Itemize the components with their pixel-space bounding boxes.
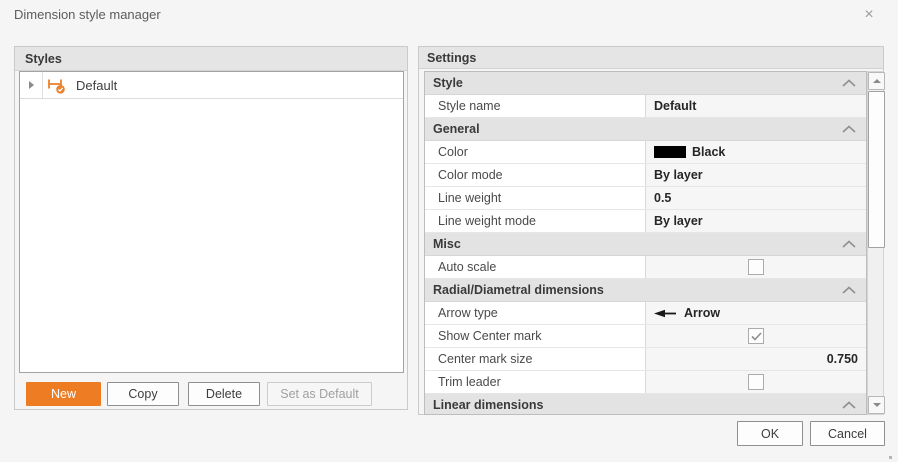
chevron-up-icon[interactable] bbox=[842, 286, 856, 295]
section-title: General bbox=[433, 122, 842, 136]
setting-row-arrow-type: Arrow type Arrow bbox=[425, 302, 866, 325]
setting-value: 0.5 bbox=[654, 191, 671, 205]
setting-label: Color bbox=[425, 141, 646, 163]
show-center-mark-checkbox[interactable] bbox=[748, 328, 764, 344]
setting-value-cell[interactable]: Default bbox=[646, 95, 866, 117]
set-as-default-button: Set as Default bbox=[267, 382, 372, 406]
settings-panel-header: Settings bbox=[419, 47, 883, 69]
styles-list[interactable]: Default bbox=[19, 71, 404, 373]
triangle-down-icon bbox=[873, 403, 881, 407]
setting-row-line-weight: Line weight 0.5 bbox=[425, 187, 866, 210]
setting-row-line-weight-mode: Line weight mode By layer bbox=[425, 210, 866, 233]
new-button[interactable]: New bbox=[26, 382, 101, 406]
styles-panel: Styles Default NewCopy Delete Set as Defau… bbox=[14, 46, 408, 410]
setting-label: Show Center mark bbox=[425, 325, 646, 347]
section-header-linear-dimensions[interactable]: Linear dimensions bbox=[425, 394, 866, 415]
styles-panel-header: Styles bbox=[15, 47, 407, 71]
section-title: Misc bbox=[433, 237, 842, 251]
triangle-up-icon bbox=[873, 79, 881, 83]
setting-label: Trim leader bbox=[425, 371, 646, 393]
scroll-up-button[interactable] bbox=[868, 72, 885, 90]
setting-row-show-center-mark: Show Center mark bbox=[425, 325, 866, 348]
settings-panel: Settings Style Style name Default General Co… bbox=[418, 46, 884, 415]
settings-scrollbar[interactable] bbox=[867, 71, 884, 415]
copy-button[interactable]: Copy bbox=[107, 382, 179, 406]
setting-value: Default bbox=[654, 99, 696, 113]
setting-value: Arrow bbox=[684, 306, 720, 320]
chevron-up-icon[interactable] bbox=[842, 240, 856, 249]
scroll-down-button[interactable] bbox=[868, 396, 885, 414]
setting-label: Style name bbox=[425, 95, 646, 117]
section-header-style[interactable]: Style bbox=[425, 72, 866, 95]
setting-row-center-mark-size: Center mark size 0.750 bbox=[425, 348, 866, 371]
chevron-up-icon[interactable] bbox=[842, 79, 856, 88]
setting-value: By layer bbox=[654, 168, 703, 182]
settings-grid: StyleStyle nameDefaultGeneralColorBlackC… bbox=[424, 71, 867, 415]
style-list-item-default[interactable]: Default bbox=[20, 72, 403, 99]
setting-value-cell[interactable]: 0.750 bbox=[646, 348, 866, 370]
setting-value: By layer bbox=[654, 214, 703, 228]
setting-label: Arrow type bbox=[425, 302, 646, 324]
setting-row-trim-leader: Trim leader bbox=[425, 371, 866, 394]
setting-label: Line weight mode bbox=[425, 210, 646, 232]
chevron-up-icon[interactable] bbox=[842, 401, 856, 410]
setting-value-cell[interactable] bbox=[646, 256, 866, 278]
section-header-general[interactable]: General bbox=[425, 118, 866, 141]
setting-value: Black bbox=[692, 145, 725, 159]
section-title: Linear dimensions bbox=[433, 398, 842, 412]
section-title: Radial/Diametral dimensions bbox=[433, 283, 842, 297]
dimension-style-default-icon bbox=[42, 72, 70, 98]
setting-value-cell[interactable]: Black bbox=[646, 141, 866, 163]
setting-row-style-name: Style name Default bbox=[425, 95, 866, 118]
color-swatch bbox=[654, 146, 686, 158]
setting-row-auto-scale: Auto scale bbox=[425, 256, 866, 279]
scrollbar-thumb[interactable] bbox=[868, 91, 885, 248]
section-header-radial-diametral-dimensions[interactable]: Radial/Diametral dimensions bbox=[425, 279, 866, 302]
trim-leader-checkbox[interactable] bbox=[748, 374, 764, 390]
setting-row-color-mode: Color mode By layer bbox=[425, 164, 866, 187]
auto-scale-checkbox[interactable] bbox=[748, 259, 764, 275]
style-item-label: Default bbox=[76, 78, 117, 93]
setting-value-cell[interactable] bbox=[646, 325, 866, 347]
setting-value-cell[interactable] bbox=[646, 371, 866, 393]
setting-row-color: Color Black bbox=[425, 141, 866, 164]
setting-value: 0.750 bbox=[827, 352, 858, 366]
ok-button[interactable]: OK bbox=[737, 421, 803, 446]
setting-label: Color mode bbox=[425, 164, 646, 186]
setting-label: Center mark size bbox=[425, 348, 646, 370]
delete-button[interactable]: Delete bbox=[188, 382, 260, 406]
setting-label: Line weight bbox=[425, 187, 646, 209]
chevron-up-icon[interactable] bbox=[842, 125, 856, 134]
expand-caret-icon[interactable] bbox=[20, 72, 42, 98]
setting-value-cell[interactable]: By layer bbox=[646, 210, 866, 232]
section-header-misc[interactable]: Misc bbox=[425, 233, 866, 256]
setting-value-cell[interactable]: By layer bbox=[646, 164, 866, 186]
close-icon[interactable]: × bbox=[858, 4, 880, 26]
cancel-button[interactable]: Cancel bbox=[810, 421, 885, 446]
left-arrow-icon bbox=[654, 309, 677, 318]
setting-label: Auto scale bbox=[425, 256, 646, 278]
dialog-title: Dimension style manager bbox=[14, 7, 161, 22]
resize-grip bbox=[889, 456, 892, 459]
setting-value-cell[interactable]: Arrow bbox=[646, 302, 866, 324]
section-title: Style bbox=[433, 76, 842, 90]
setting-value-cell[interactable]: 0.5 bbox=[646, 187, 866, 209]
